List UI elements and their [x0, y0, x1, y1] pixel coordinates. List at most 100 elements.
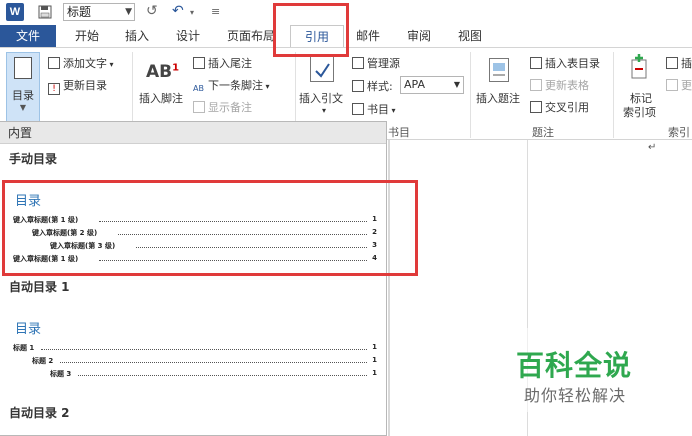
ab-superscript: 1: [172, 62, 180, 74]
update-table-icon: [530, 79, 542, 91]
table-of-figures-icon: [530, 57, 542, 69]
manage-sources-label: 管理源: [367, 57, 400, 70]
toc-leader: [60, 356, 367, 363]
toc-entry-text: 键入章标题(第 1 级): [13, 216, 79, 224]
auto-toc-2-title: 自动目录 2: [9, 406, 70, 420]
toc-entry-text: 键入章标题(第 3 级): [50, 242, 116, 250]
bibliography-label: 书目: [367, 103, 389, 116]
toc-entry-page: 1: [372, 369, 377, 377]
watermark: 百科全说 助你轻松解决: [494, 328, 692, 412]
customize-qat-icon[interactable]: ≡: [211, 5, 220, 18]
insert-endnote-label: 插入尾注: [208, 57, 252, 70]
toc-leader: [136, 241, 367, 248]
manage-sources-icon: [352, 57, 364, 69]
undo-icon[interactable]: ↶: [172, 3, 184, 19]
tab-mailings[interactable]: 邮件: [351, 25, 385, 47]
show-notes-icon: [193, 101, 205, 113]
repeat-icon[interactable]: ↺: [146, 3, 158, 19]
citation-style-select[interactable]: APA ▼: [400, 76, 464, 94]
insert-caption-icon[interactable]: [489, 58, 509, 82]
manual-toc-title: 手动目录: [9, 152, 58, 166]
mark-entry-line2[interactable]: 索引项: [623, 104, 656, 120]
tab-design[interactable]: 设计: [171, 25, 205, 47]
toc-leader: [41, 343, 367, 350]
toc-leader: [78, 369, 367, 376]
group-separator: [470, 52, 471, 138]
insert-index-button[interactable]: 插: [666, 55, 692, 71]
toc-button[interactable]: 目录 ▼: [6, 52, 40, 122]
tab-file[interactable]: 文件: [0, 25, 56, 47]
insert-footnote-button[interactable]: 插入脚注: [139, 90, 183, 106]
next-footnote-button[interactable]: AB 下一条脚注 ▾: [193, 77, 270, 96]
tab-layout[interactable]: 页面布局: [224, 25, 278, 47]
next-footnote-icon: AB: [193, 84, 204, 93]
manual-toc-entry: 键入章标题(第 1 级) 1: [13, 215, 377, 225]
ab-label: AB: [146, 62, 173, 82]
auto-toc-entry: 标题 1 1: [13, 343, 377, 353]
toc-gallery: 内置 手动目录 目录 键入章标题(第 1 级) 1 键入章标题(第 2 级) 2…: [0, 121, 387, 436]
group-separator: [613, 52, 614, 138]
auto-toc-1-title: 自动目录 1: [9, 280, 70, 294]
add-text-label: 添加文字: [63, 57, 107, 70]
insert-caption-button[interactable]: 插入题注: [476, 90, 520, 106]
word-app-icon[interactable]: W: [6, 3, 24, 21]
insert-table-of-figures-button[interactable]: 插入表目录: [530, 55, 600, 71]
tab-review[interactable]: 审阅: [402, 25, 436, 47]
toc-leader: [99, 254, 367, 261]
update-table-button[interactable]: 更新表格: [530, 77, 589, 93]
manual-toc-entry: 键入章标题(第 1 级) 4: [13, 254, 377, 264]
tab-home[interactable]: 开始: [70, 25, 104, 47]
cross-reference-button[interactable]: 交叉引用: [530, 99, 589, 115]
ribbon-tabs: 文件 开始 插入 设计 页面布局 引用 邮件 审阅 视图: [0, 25, 692, 49]
toc-entry-text: 键入章标题(第 1 级): [13, 255, 79, 263]
style-label-text: 样式:: [367, 80, 393, 93]
add-text-icon: [48, 57, 60, 69]
auto-toc-1-option[interactable]: 目录 标题 1 1 标题 2 1 标题 3 1: [0, 310, 386, 390]
chevron-down-icon: ▼: [453, 80, 460, 89]
manual-toc-option[interactable]: 目录 键入章标题(第 1 级) 1 键入章标题(第 2 级) 2 键入章标题(第…: [0, 182, 386, 272]
chevron-down-icon: ▼: [19, 103, 27, 112]
chevron-down-icon: ▼: [125, 7, 132, 17]
bibliography-button[interactable]: 书目 ▾: [352, 101, 396, 117]
citation-style-label: 样式:: [352, 78, 393, 94]
manual-toc-entry: 键入章标题(第 3 级) 3: [50, 241, 377, 251]
insert-citation-button[interactable]: 插入引文: [299, 90, 343, 106]
index-group-label: 索引: [668, 126, 690, 139]
insert-footnote-icon[interactable]: AB1: [146, 62, 179, 82]
update-toc-button[interactable]: ! 更新目录: [48, 77, 107, 95]
watermark-title: 百科全说: [516, 349, 633, 382]
undo-dropdown-icon[interactable]: ▾: [190, 8, 194, 17]
style-select[interactable]: 标题 ▼: [63, 3, 135, 21]
toc-heading: 目录: [15, 322, 42, 337]
bibliography-icon: [352, 103, 364, 115]
update-index-button[interactable]: 更: [666, 77, 692, 93]
cross-reference-label: 交叉引用: [545, 101, 589, 114]
insert-citation-icon[interactable]: [310, 56, 334, 82]
insert-endnote-button[interactable]: 插入尾注: [193, 55, 252, 71]
manage-sources-button[interactable]: 管理源: [352, 55, 400, 71]
auto-toc-entry: 标题 2 1: [32, 356, 377, 366]
tab-references[interactable]: 引用: [290, 25, 344, 49]
watermark-subtitle: 助你轻松解决: [524, 386, 627, 405]
style-icon: [352, 80, 364, 92]
update-index-label: 更: [681, 79, 692, 92]
tab-view[interactable]: 视图: [453, 25, 487, 47]
toc-icon: [14, 57, 32, 79]
gallery-header: 内置: [0, 122, 386, 144]
toc-entry-page: 2: [372, 228, 377, 236]
tab-insert[interactable]: 插入: [120, 25, 154, 47]
cross-reference-icon: [530, 101, 542, 113]
table-of-figures-label: 插入表目录: [545, 57, 600, 70]
insert-index-label: 插: [681, 57, 692, 70]
toc-leader: [118, 228, 367, 235]
document-divider: [388, 140, 390, 436]
toc-entry-page: 3: [372, 241, 377, 249]
toc-heading: 目录: [15, 194, 42, 209]
mark-entry-icon[interactable]: [628, 54, 650, 79]
update-table-label: 更新表格: [545, 79, 589, 92]
add-text-button[interactable]: 添加文字 ▾: [48, 55, 114, 71]
toc-entry-page: 1: [372, 356, 377, 364]
show-notes-button[interactable]: 显示备注: [193, 99, 252, 115]
toc-entry-text: 标题 1: [13, 344, 35, 352]
save-icon[interactable]: [36, 3, 54, 21]
